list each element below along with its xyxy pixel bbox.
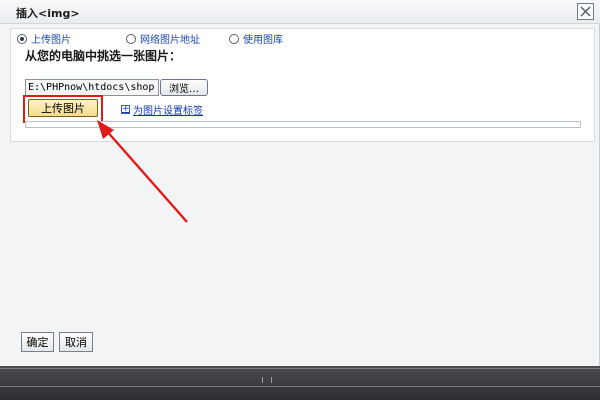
strip-rule-bottom [0,386,600,387]
strip-grip-handle[interactable] [262,377,272,383]
tab-upload-label: 上传图片 [31,35,71,46]
source-tabs: 上传图片 网络图片地址 使用图库 [17,31,577,47]
cancel-button[interactable]: 取消 [59,332,93,352]
strip-rule-top [0,368,600,369]
plus-box-icon: + [121,104,130,114]
upload-heading: 从您的电脑中挑选一张图片： [25,49,182,63]
set-image-caption-link[interactable]: + 为图片设置标签 [121,102,203,117]
insert-image-dialog: 插入<img> 上传图片 网络图片地址 使用图库 从您的电脑中挑选一张图片： 浏… [0,0,600,366]
dialog-title: 插入<img> [16,7,80,20]
tab-gallery-label: 使用图库 [243,35,283,46]
tab-web-image-url[interactable]: 网络图片地址 [126,31,200,46]
dialog-titlebar: 插入<img> [0,0,600,24]
browse-button[interactable]: 浏览… [160,79,208,96]
upload-panel: 上传图片 网络图片地址 使用图库 从您的电脑中挑选一张图片： 浏览… 上传图片 … [10,28,595,142]
upload-progress-bar [25,121,581,128]
radio-upload[interactable] [17,33,27,44]
close-icon [580,6,591,17]
file-path-input[interactable] [25,79,159,96]
ok-button[interactable]: 确定 [21,332,54,352]
tab-use-gallery[interactable]: 使用图库 [229,31,283,46]
radio-web-url[interactable] [126,33,136,44]
radio-gallery[interactable] [229,33,239,44]
upload-image-button[interactable]: 上传图片 [28,99,98,117]
tab-upload-image[interactable]: 上传图片 [17,31,71,46]
bottom-toolbar-strip [0,366,600,400]
tab-web-url-label: 网络图片地址 [140,35,200,46]
caption-link-label: 为图片设置标签 [133,106,203,117]
close-button[interactable] [577,3,594,20]
